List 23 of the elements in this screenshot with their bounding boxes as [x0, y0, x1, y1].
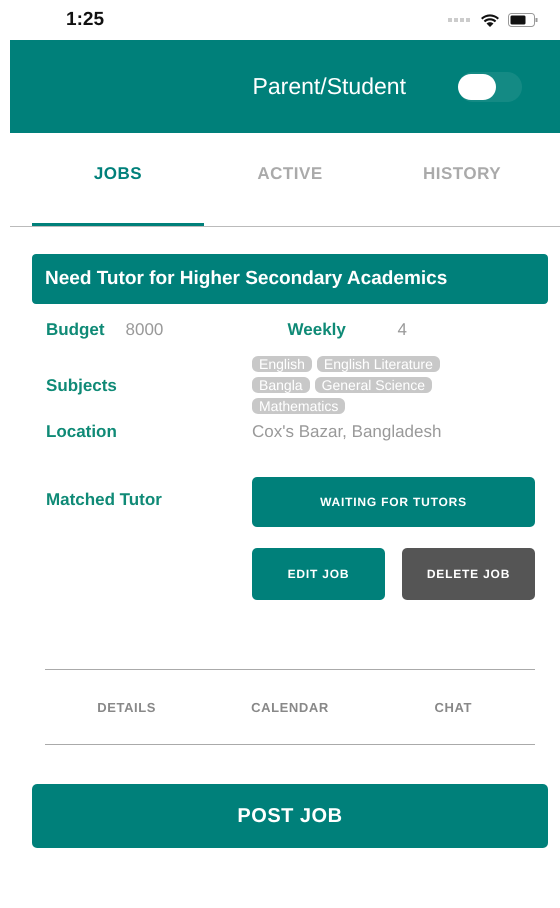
location-value: Cox's Bazar, Bangladesh [252, 422, 442, 442]
subjects-label: Subjects [46, 375, 118, 396]
bottom-tab[interactable]: CALENDAR [208, 670, 372, 744]
tab[interactable]: JOBS [32, 133, 204, 226]
wifi-icon [480, 12, 500, 28]
role-toggle[interactable] [458, 72, 522, 102]
signal-icon [448, 17, 472, 23]
role-label: Parent/Student [252, 73, 406, 100]
budget-value: 8000 [126, 320, 164, 340]
battery-icon [508, 13, 538, 27]
weekly-value: 4 [398, 320, 408, 340]
bottom-tab[interactable]: CHAT [372, 670, 535, 744]
location-label: Location [46, 422, 118, 442]
delete-job-button[interactable]: DELETE JOB [402, 548, 535, 600]
matched-tutor-label: Matched Tutor [46, 490, 163, 511]
post-job-button[interactable]: POST JOB [32, 784, 548, 848]
clock-time: 1:25 [66, 9, 104, 31]
waiting-status-button[interactable]: WAITING FOR TUTORS [252, 477, 535, 527]
job-title-bar: Need Tutor for Higher Secondary Academics [32, 254, 548, 304]
bottom-tab[interactable]: DETAILS [45, 670, 208, 744]
weekly-label: Weekly [288, 320, 347, 340]
edit-job-button[interactable]: EDIT JOB [252, 548, 385, 600]
budget-label: Budget [46, 320, 105, 340]
